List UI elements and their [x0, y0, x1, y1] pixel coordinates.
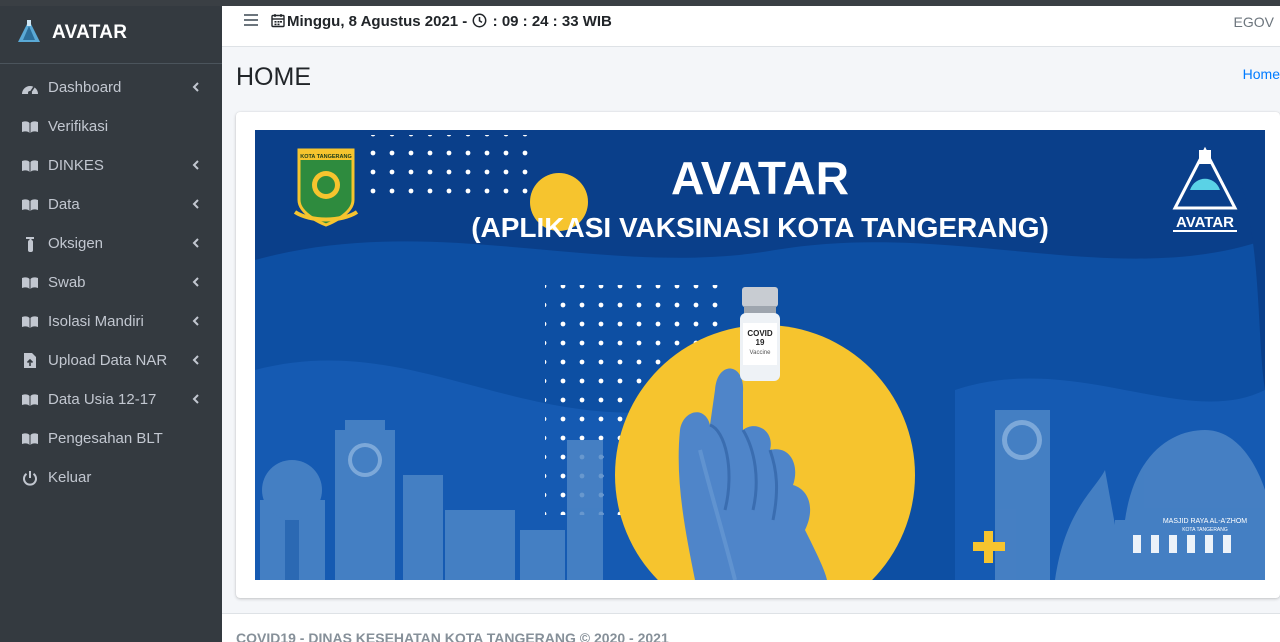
avatar-logo-icon: [18, 20, 40, 42]
sidebar: AVATAR Dashboard Verifikasi DINKES Data Oksi…: [0, 0, 222, 642]
chevron-left-icon: [191, 275, 203, 289]
mosque-label: MASJID RAYA AL-A'ZHOM: [1163, 518, 1247, 525]
vial-label-line2: 19: [756, 338, 765, 347]
vaccine-vial-illustration: COVID 19 Vaccine: [740, 287, 780, 381]
sidebar-item-pengesahan-blt[interactable]: Pengesahan BLT: [0, 419, 222, 458]
sidebar-item-label: Pengesahan BLT: [48, 430, 163, 447]
book-icon: [20, 118, 40, 136]
sidebar-item-keluar[interactable]: Keluar: [0, 458, 222, 497]
footer-copyright: COVID19 - DINAS KESEHATAN KOTA TANGERANG…: [236, 630, 669, 642]
mosque-sublabel: KOTA TANGERANG: [1182, 527, 1228, 533]
power-icon: [20, 469, 40, 487]
avatar-logo-text: AVATAR: [1176, 214, 1234, 231]
sidebar-nav: Dashboard Verifikasi DINKES Data Oksigen Swab…: [0, 64, 222, 497]
current-date: Minggu, 8 Agustus 2021 -: [287, 13, 468, 30]
egov-link[interactable]: EGOV: [1234, 14, 1274, 30]
sidebar-item-label: DINKES: [48, 157, 104, 174]
file-upload-icon: [20, 352, 40, 370]
breadcrumb-home[interactable]: Home: [1243, 66, 1280, 82]
home-card: MASJID RAYA AL-A'ZHOM KOTA TANGERANG COV…: [236, 112, 1280, 598]
sidebar-item-label: Data: [48, 196, 80, 213]
sidebar-item-label: Data Usia 12-17: [48, 391, 157, 408]
banner-subtitle: (APLIKASI VAKSINASI KOTA TANGERANG): [471, 212, 1049, 243]
book-icon: [20, 313, 40, 331]
page-footer: COVID19 - DINAS KESEHATAN KOTA TANGERANG…: [222, 613, 1280, 642]
chevron-left-icon: [191, 392, 203, 406]
clock-icon: [473, 13, 487, 28]
chevron-left-icon: [191, 314, 203, 328]
book-icon: [20, 274, 40, 292]
window-top-strip: [0, 0, 1280, 6]
sidebar-item-dashboard[interactable]: Dashboard: [0, 68, 222, 107]
vial-label-line1: COVID: [747, 329, 773, 338]
sidebar-item-label: Verifikasi: [48, 118, 109, 135]
sidebar-item-label: Dashboard: [48, 79, 122, 96]
vial-label-line3: Vaccine: [750, 350, 772, 356]
sidebar-item-verifikasi[interactable]: Verifikasi: [0, 107, 222, 146]
book-icon: [20, 196, 40, 214]
sidebar-item-label: Swab: [48, 274, 86, 291]
sidebar-item-label: Upload Data NAR: [48, 352, 168, 369]
dot-pattern-decoration: [365, 135, 530, 195]
sidebar-item-dinkes[interactable]: DINKES: [0, 146, 222, 185]
brand-name: AVATAR: [52, 22, 128, 43]
emblem-label: KOTA TANGERANG: [300, 154, 352, 160]
chevron-left-icon: [191, 353, 203, 367]
sidebar-item-label: Oksigen: [48, 235, 104, 252]
chevron-left-icon: [191, 80, 203, 94]
sidebar-item-label: Isolasi Mandiri: [48, 313, 144, 330]
brand[interactable]: AVATAR: [0, 6, 222, 64]
current-time: : 09 : 24 : 33 WIB: [492, 13, 612, 30]
sidebar-item-swab[interactable]: Swab: [0, 263, 222, 302]
chevron-left-icon: [191, 236, 203, 250]
banner-title: AVATAR: [671, 152, 849, 204]
book-icon: [20, 430, 40, 448]
top-navbar: Minggu, 8 Agustus 2021 - : 09 : 24 : 33 …: [222, 6, 1280, 47]
avatar-banner: MASJID RAYA AL-A'ZHOM KOTA TANGERANG COV…: [255, 130, 1265, 580]
menu-toggle-icon[interactable]: [244, 14, 258, 26]
oxygen-icon: [20, 235, 40, 253]
sidebar-item-upload-data-nar[interactable]: Upload Data NAR: [0, 341, 222, 380]
calendar-icon: [271, 14, 285, 28]
dashboard-icon: [20, 79, 40, 97]
sidebar-item-data-usia-12-17[interactable]: Data Usia 12-17: [0, 380, 222, 419]
sidebar-item-data[interactable]: Data: [0, 185, 222, 224]
chevron-left-icon: [191, 158, 203, 172]
sidebar-item-label: Keluar: [48, 469, 92, 486]
sidebar-item-isolasi-mandiri[interactable]: Isolasi Mandiri: [0, 302, 222, 341]
current-datetime: Minggu, 8 Agustus 2021 - : 09 : 24 : 33 …: [287, 13, 612, 30]
chevron-left-icon: [191, 197, 203, 211]
book-icon: [20, 391, 40, 409]
book-icon: [20, 157, 40, 175]
page-title: HOME: [236, 63, 311, 91]
sidebar-item-oksigen[interactable]: Oksigen: [0, 224, 222, 263]
